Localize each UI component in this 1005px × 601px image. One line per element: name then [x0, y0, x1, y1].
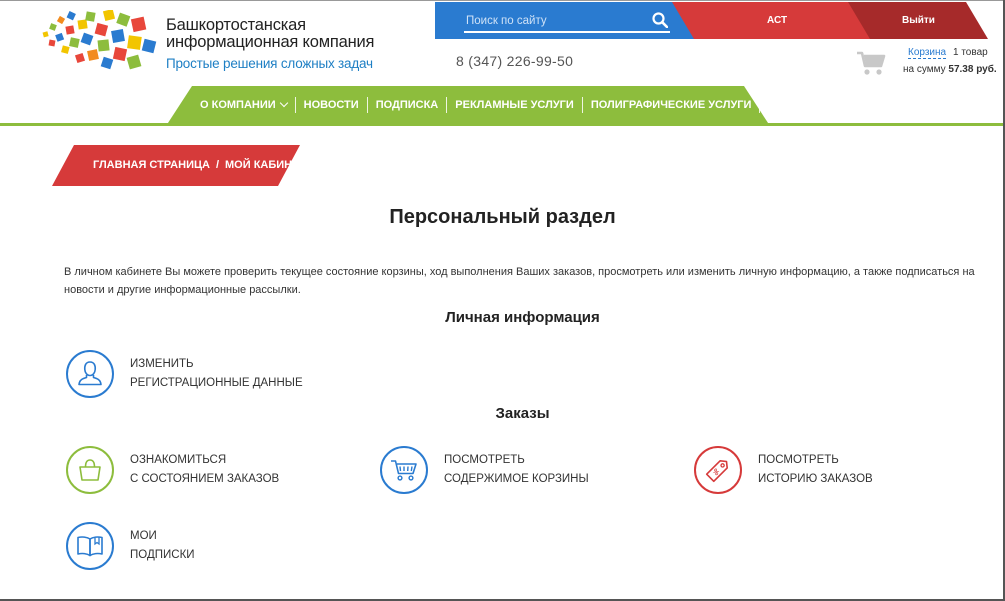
edit-profile-icon-circle [66, 350, 114, 398]
cart-link[interactable]: Корзина [908, 47, 947, 59]
action-label-line2: ПОДПИСКИ [130, 549, 195, 561]
nav-item-label: ПОЛИГРАФИЧЕСКИЕ УСЛУГИ [590, 98, 752, 111]
company-tagline: Простые решения сложных задач [166, 56, 373, 71]
user-icon [78, 361, 102, 386]
nav-underline [0, 123, 1005, 126]
action-label-line2: СОДЕРЖИМОЕ КОРЗИНЫ [444, 473, 589, 485]
company-name-line1: Башкортостанская [166, 16, 306, 34]
action-label-line1: ПОСМОТРЕТЬ [444, 454, 525, 466]
logout-link[interactable]: Выйти [902, 15, 935, 26]
view-cart-icon-circle [380, 446, 428, 494]
nav-divider [446, 96, 448, 113]
action-label-line2: ИСТОРИЮ ЗАКАЗОВ [758, 473, 873, 485]
page-title: Персональный раздел [389, 206, 616, 228]
shopping-bag-icon [79, 459, 101, 481]
cart-icon[interactable] [856, 50, 886, 76]
section-title-orders: Заказы [495, 405, 550, 422]
nav-divider [366, 96, 368, 113]
search-input[interactable] [464, 11, 670, 33]
search-icon[interactable] [652, 12, 668, 28]
breadcrumb-home-link[interactable]: ГЛАВНАЯ СТРАНИЦА [93, 159, 210, 171]
cart-total-prefix: на сумму [903, 64, 946, 75]
nav-item-label: ПОДПИСКА [375, 98, 439, 111]
nav-divider [294, 96, 296, 113]
page-intro: В личном кабинете Вы можете проверить те… [64, 266, 975, 296]
company-logo[interactable] [40, 10, 158, 74]
action-label-line2: РЕГИСТРАЦИОННЫЕ ДАННЫЕ [130, 377, 303, 389]
main-nav: О КОМПАНИИ НОВОСТИ ПОДПИСКА РЕКЛАМНЫЕ УС… [192, 86, 841, 123]
edit-profile-label: ИЗМЕНИТЬ РЕГИСТРАЦИОННЫЕ ДАННЫЕ [130, 355, 303, 393]
price-tag-icon: % [705, 460, 728, 483]
company-name-line2: информационная компания [166, 33, 375, 51]
cart-total: на сумму 57.38 руб. [903, 64, 997, 75]
order-history-link[interactable]: % ПОСМОТРЕТЬ ИСТОРИЮ ЗАКАЗОВ [694, 446, 873, 494]
window-top-border [0, 0, 1005, 1]
order-history-icon-circle: % [694, 446, 742, 494]
user-account-link[interactable]: АСТ [767, 15, 787, 26]
order-status-link[interactable]: ОЗНАКОМИТЬСЯ С СОСТОЯНИЕМ ЗАКАЗОВ [66, 446, 279, 494]
nav-item-printing[interactable]: ПОЛИГРАФИЧЕСКИЕ УСЛУГИ [583, 95, 760, 115]
order-status-label: ОЗНАКОМИТЬСЯ С СОСТОЯНИЕМ ЗАКАЗОВ [130, 451, 279, 489]
view-cart-label: ПОСМОТРЕТЬ СОДЕРЖИМОЕ КОРЗИНЫ [444, 451, 589, 489]
nav-divider [581, 96, 583, 113]
cart-total-value: 57.38 руб. [948, 64, 997, 75]
subscriptions-link[interactable]: МОИ ПОДПИСКИ [66, 522, 195, 570]
chevron-down-icon [825, 98, 834, 107]
action-label-line2: С СОСТОЯНИЕМ ЗАКАЗОВ [130, 473, 280, 485]
chevron-down-icon [279, 98, 288, 107]
breadcrumb-current: МОЙ КАБИНЕТ [225, 159, 307, 171]
nav-item-subscription[interactable]: ПОДПИСКА [368, 95, 447, 115]
cart-item-count: 1 товар [953, 47, 988, 58]
action-label-line1: ПОСМОТРЕТЬ [758, 454, 839, 466]
subscriptions-label: МОИ ПОДПИСКИ [130, 527, 195, 565]
open-book-icon [77, 536, 103, 557]
nav-item-label: ПОМОЩЬ [768, 98, 822, 111]
nav-divider [759, 96, 761, 113]
subscriptions-icon-circle [66, 522, 114, 570]
nav-item-help[interactable]: ПОМОЩЬ [760, 95, 840, 115]
nav-item-label: О КОМПАНИИ [200, 98, 276, 111]
action-label-line1: ИЗМЕНИТЬ [130, 358, 194, 370]
nav-item-label: РЕКЛАМНЫЕ УСЛУГИ [455, 98, 574, 111]
breadcrumb: ГЛАВНАЯ СТРАНИЦА / МОЙ КАБИНЕТ [93, 159, 306, 171]
nav-item-label: НОВОСТИ [303, 98, 359, 111]
nav-item-advertising[interactable]: РЕКЛАМНЫЕ УСЛУГИ [447, 95, 582, 115]
nav-item-about[interactable]: О КОМПАНИИ [192, 95, 295, 115]
view-cart-link[interactable]: ПОСМОТРЕТЬ СОДЕРЖИМОЕ КОРЗИНЫ [380, 446, 589, 494]
order-history-label: ПОСМОТРЕТЬ ИСТОРИЮ ЗАКАЗОВ [758, 451, 873, 489]
edit-profile-link[interactable]: ИЗМЕНИТЬ РЕГИСТРАЦИОННЫЕ ДАННЫЕ [66, 350, 303, 398]
cart-icon [391, 460, 417, 481]
action-label-line1: ОЗНАКОМИТЬСЯ [130, 454, 227, 466]
action-label-line1: МОИ [130, 530, 157, 542]
breadcrumb-separator: / [215, 159, 220, 171]
company-name[interactable]: Башкортостанская информационная компания… [166, 16, 375, 72]
phone-number: 8 (347) 226-99-50 [456, 53, 574, 69]
order-status-icon-circle [66, 446, 114, 494]
section-title-personal: Личная информация [445, 309, 600, 326]
nav-item-news[interactable]: НОВОСТИ [296, 95, 367, 115]
